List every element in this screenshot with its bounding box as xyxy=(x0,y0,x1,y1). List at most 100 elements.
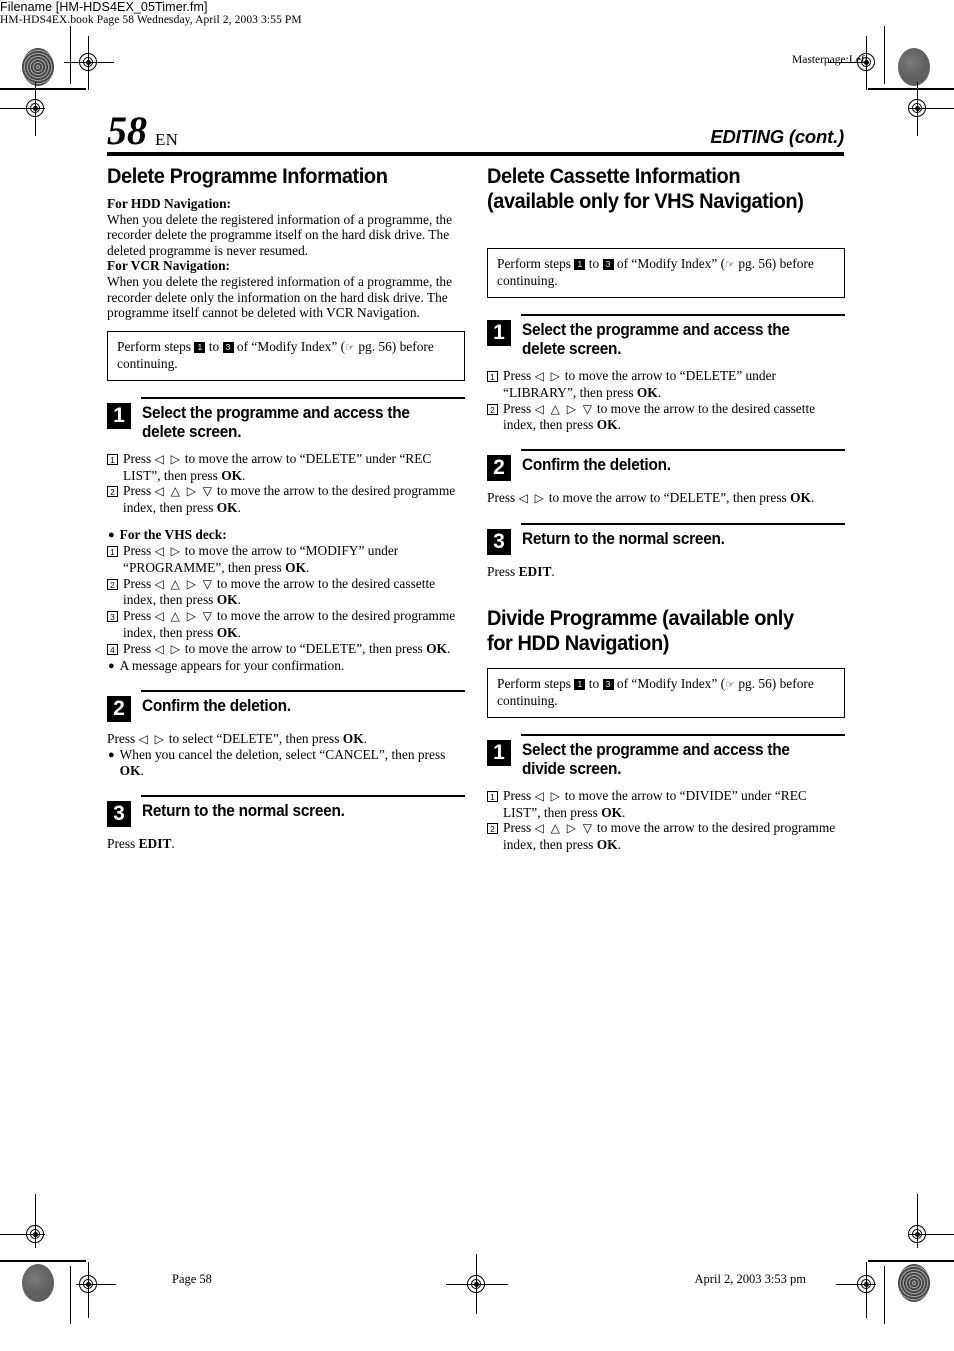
substep: 1 Press ◁ ▷ to move the arrow to “MODIFY… xyxy=(107,543,465,576)
dpad-arrows-icon: ◁ ▷ xyxy=(534,369,562,383)
chapter-title: EDITING (cont.) xyxy=(710,126,844,147)
step-1-body: 1 Press ◁ ▷ to move the arrow to “DIVIDE… xyxy=(487,788,845,853)
step-divider xyxy=(521,733,845,736)
registration-mark-top-left xyxy=(64,36,114,90)
substep-pre: Press xyxy=(123,608,152,624)
callout-suffix: of “Modify Index” ( xyxy=(616,256,726,271)
margin-line-bottom-right xyxy=(884,1266,885,1324)
substep-number: 1 xyxy=(107,545,118,557)
note-pre: When you cancel the deletion, select “CA… xyxy=(119,747,446,763)
substep-post: . xyxy=(617,417,621,433)
substep-number: 1 xyxy=(487,371,498,382)
left-column: Delete Programme Information For HDD Nav… xyxy=(107,164,465,852)
margin-line-top-right xyxy=(884,26,885,84)
step-number-badge: 3 xyxy=(487,528,511,555)
substep-text: Press ◁ ▷ to move the arrow to “DIVIDE” … xyxy=(503,788,845,821)
instruction-bold: EDIT xyxy=(138,835,172,851)
substep-pre: Press xyxy=(503,820,532,836)
trim-line-bottom-left xyxy=(0,1260,86,1262)
instruction-post: . xyxy=(551,563,555,579)
book-timestamp-header: HM-HDS4EX.book Page 58 Wednesday, April … xyxy=(0,14,302,26)
substep-bold: OK xyxy=(221,467,243,483)
step-3-right-return-normal-screen: 3 Return to the normal screen. Press EDI… xyxy=(487,521,845,580)
step-1-right-delete-cassette: 1 Select the programme and access the de… xyxy=(487,312,845,433)
step-3-left: 3 Return to the normal screen. Press EDI… xyxy=(107,793,465,852)
pointing-hand-icon: ☞ xyxy=(345,340,355,354)
bullet-icon: ● xyxy=(108,749,115,762)
step-divider xyxy=(141,794,465,797)
step-2-right-confirm-deletion: 2 Confirm the deletion. Press ◁ ▷ to mov… xyxy=(487,447,845,507)
step-badge-3: 3 xyxy=(222,341,234,353)
callout-perform-steps-right-1: Perform steps 1 to 3 of “Modify Index” (… xyxy=(487,248,845,298)
dpad-arrows-icon: ◁ ▷ xyxy=(154,543,182,558)
registration-mark-bottom-right xyxy=(836,1262,880,1318)
step-title: Select the programme and access the dele… xyxy=(142,403,410,441)
footer-date-label: April 2, 2003 3:53 pm xyxy=(694,1272,806,1286)
callout-perform-steps-right-2: Perform steps 1 to 3 of “Modify Index” (… xyxy=(487,667,845,718)
step-number-badge: 2 xyxy=(107,695,131,722)
page-language-code: EN xyxy=(155,130,179,149)
trim-line-bottom-right xyxy=(868,1260,954,1262)
step-badge-3: 3 xyxy=(602,259,614,270)
step-badge-1: 1 xyxy=(194,341,206,353)
substep-pre: Press xyxy=(123,483,152,499)
step-badge-1: 1 xyxy=(574,259,586,270)
step-title: Confirm the deletion. xyxy=(522,456,671,475)
note-bold: OK xyxy=(119,763,141,779)
callout-prefix: Perform steps xyxy=(497,256,572,271)
substep-post: . xyxy=(617,837,621,853)
margin-line-bottom-left xyxy=(70,1266,71,1324)
step-1-body: 1 Press ◁ ▷ to move the arrow to “DELETE… xyxy=(487,368,845,433)
section-title-delete-programme-information: Delete Programme Information xyxy=(107,164,388,188)
registration-mark-upper-right-corner xyxy=(905,82,954,136)
instruction-bold: OK xyxy=(790,490,811,506)
print-control-patch-top-left xyxy=(22,48,54,86)
substep-text: Press ◁ △ ▷ ▽ to move the arrow to the d… xyxy=(503,820,845,853)
step-title: Return to the normal screen. xyxy=(522,529,725,548)
step-divider xyxy=(521,522,845,525)
note-post: . xyxy=(140,763,144,779)
pointing-hand-icon: ☞ xyxy=(725,677,735,691)
dpad-arrows-icon: ◁ ▷ xyxy=(154,451,182,466)
callout-perform-steps-left: Perform steps 1 to 3 of “Modify Index” (… xyxy=(107,330,465,381)
registration-mark-bottom-center xyxy=(446,1254,508,1314)
print-control-patch-top-right xyxy=(898,48,930,86)
callout-suffix: of “Modify Index” ( xyxy=(616,675,726,691)
substep-text: Press ◁ △ ▷ ▽ to move the arrow to the d… xyxy=(123,576,465,609)
substep-bold: OK xyxy=(426,640,447,656)
step-1-right-divide: 1 Select the programme and access the di… xyxy=(487,732,845,853)
step-number-badge: 1 xyxy=(107,402,131,429)
callout-suffix: of “Modify Index” ( xyxy=(236,338,346,354)
substep-number: 2 xyxy=(487,823,498,835)
instruction-pre: Press xyxy=(487,490,516,506)
callout-prefix: Perform steps xyxy=(497,675,572,691)
step-instruction: Press EDIT. xyxy=(107,836,465,852)
substep-number: 2 xyxy=(107,486,118,498)
substep: 1 Press ◁ ▷ to move the arrow to “DIVIDE… xyxy=(487,788,845,821)
substep-bold: OK xyxy=(216,624,238,640)
step-2-body: Press ◁ ▷ to select “DELETE”, then press… xyxy=(107,731,465,779)
page-header: 58 EN EDITING (cont.) xyxy=(107,111,844,157)
substep: 1 Press ◁ ▷ to move the arrow to “DELETE… xyxy=(107,451,465,484)
substep-bold: OK xyxy=(285,559,307,575)
step-3-body: Press EDIT. xyxy=(107,836,465,852)
substep-mid: to move the arrow to “DELETE”, then pres… xyxy=(184,640,427,656)
substep-number: 3 xyxy=(107,611,118,623)
dpad-arrows-icon: ◁ △ ▷ ▽ xyxy=(154,609,214,624)
dpad-arrows-icon: ◁ ▷ xyxy=(138,731,166,746)
callout-mid: to xyxy=(588,256,600,271)
intro-hdd-navigation: For HDD Navigation: When you delete the … xyxy=(107,196,465,321)
substep: 3 Press ◁ △ ▷ ▽ to move the arrow to the… xyxy=(107,608,465,641)
substep-bold: OK xyxy=(216,500,238,516)
step-number-badge: 3 xyxy=(107,800,131,827)
substep-bold: OK xyxy=(601,804,623,820)
right-column: Delete Cassette Information (available o… xyxy=(487,164,845,853)
pointing-hand-icon: ☞ xyxy=(725,258,735,271)
step-instruction: Press ◁ ▷ to move the arrow to “DELETE”,… xyxy=(487,490,845,507)
substep-pre: Press xyxy=(123,575,152,591)
substep-pre: Press xyxy=(123,450,152,466)
instruction-mid: to move the arrow to “DELETE”, then pres… xyxy=(548,490,791,506)
registration-mark-bottom-left xyxy=(76,1262,116,1318)
substep-pre: Press xyxy=(123,542,152,558)
instruction-bold: EDIT xyxy=(518,563,552,579)
